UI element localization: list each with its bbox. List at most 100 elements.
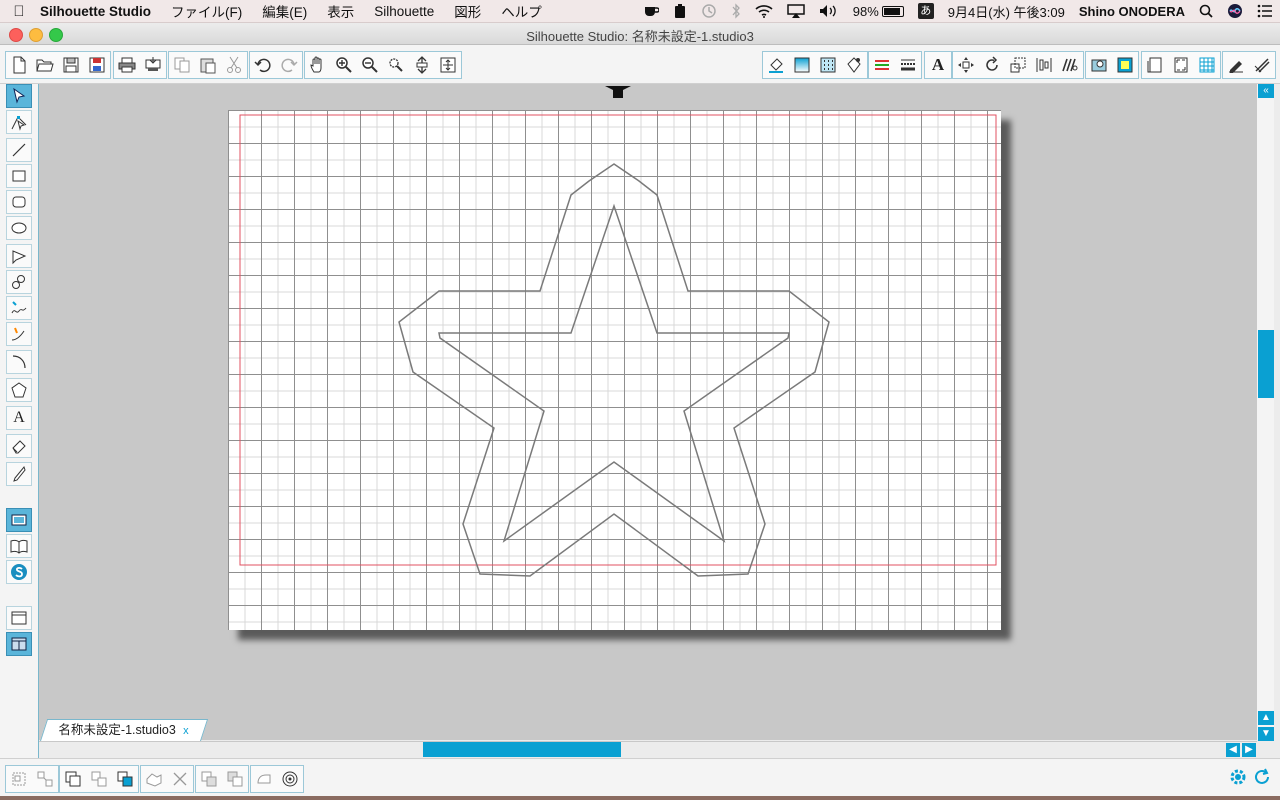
horizontal-scrollbar[interactable] xyxy=(39,741,1257,758)
internal-offset-icon[interactable] xyxy=(277,766,303,792)
menu-view[interactable]: 表示 xyxy=(317,1,364,21)
sketch-icon[interactable] xyxy=(1223,52,1249,78)
design-area-icon[interactable] xyxy=(6,508,32,532)
fill-color-icon[interactable] xyxy=(763,52,789,78)
replicate-icon[interactable] xyxy=(1057,52,1083,78)
align-icon[interactable] xyxy=(1031,52,1057,78)
zoom-out-icon[interactable] xyxy=(357,52,383,78)
volume-icon[interactable] xyxy=(812,4,846,18)
clipboard-status-icon[interactable] xyxy=(666,3,694,19)
copy-icon[interactable] xyxy=(169,52,195,78)
scroll-left-icon[interactable]: ◀ xyxy=(1226,743,1240,757)
line-tool-icon[interactable] xyxy=(6,138,32,162)
open-icon[interactable] xyxy=(32,52,58,78)
print-icon[interactable] xyxy=(114,52,140,78)
line-weight-icon[interactable] xyxy=(895,52,921,78)
spotlight-icon[interactable] xyxy=(1192,4,1220,18)
compound-icon[interactable] xyxy=(60,766,86,792)
weld-icon[interactable] xyxy=(141,766,167,792)
zoom-in-icon[interactable] xyxy=(331,52,357,78)
release-compound-icon[interactable] xyxy=(86,766,112,792)
notification-center-icon[interactable] xyxy=(1250,4,1280,18)
scale-icon[interactable] xyxy=(1005,52,1031,78)
coffee-status-icon[interactable] xyxy=(636,4,666,18)
edit-points-icon[interactable] xyxy=(6,110,32,134)
settings-gear-icon[interactable] xyxy=(1228,767,1248,792)
rectangle-tool-icon[interactable] xyxy=(6,164,32,188)
close-tab-icon[interactable]: x xyxy=(183,721,189,742)
ellipse-tool-icon[interactable] xyxy=(6,216,32,240)
menu-silhouette[interactable]: Silhouette xyxy=(364,4,444,19)
vertical-scrollbar[interactable] xyxy=(1257,84,1274,740)
menubar-clock[interactable]: 9月4日(水) 午後3:09 xyxy=(941,2,1072,21)
menu-help[interactable]: ヘルプ xyxy=(491,1,552,21)
bluetooth-icon[interactable] xyxy=(724,3,748,19)
scroll-down-icon[interactable]: ▼ xyxy=(1258,727,1274,741)
menu-app-name[interactable]: Silhouette Studio xyxy=(38,4,161,19)
fill-pattern-icon[interactable] xyxy=(815,52,841,78)
silhouette-store-icon[interactable] xyxy=(6,560,32,584)
polygon-tool-icon[interactable] xyxy=(6,244,32,268)
collapse-panel-icon[interactable]: « xyxy=(1258,84,1274,98)
save-icon[interactable] xyxy=(58,52,84,78)
subtract-icon[interactable] xyxy=(167,766,193,792)
redo-icon[interactable] xyxy=(276,52,302,78)
design-canvas[interactable] xyxy=(39,84,1257,740)
knife-tool-icon[interactable] xyxy=(6,462,32,486)
menu-shapes[interactable]: 図形 xyxy=(444,1,491,21)
menubar-user[interactable]: Shino ONODERA xyxy=(1072,4,1192,19)
line-color-icon[interactable] xyxy=(841,52,867,78)
select-tool-icon[interactable] xyxy=(6,84,32,108)
zoom-select-icon[interactable] xyxy=(383,52,409,78)
ungroup-icon[interactable] xyxy=(32,766,58,792)
inner-star-shape[interactable] xyxy=(438,203,790,543)
grid-icon[interactable] xyxy=(1194,52,1220,78)
trace-icon[interactable] xyxy=(1086,52,1112,78)
scroll-up-icon[interactable]: ▲ xyxy=(1258,711,1274,725)
vertical-scroll-thumb[interactable] xyxy=(1258,330,1274,398)
save-library-icon[interactable] xyxy=(84,52,110,78)
new-icon[interactable] xyxy=(6,52,32,78)
input-method-status[interactable]: あ xyxy=(911,3,941,19)
scroll-right-icon[interactable]: ▶ xyxy=(1242,743,1256,757)
cut-settings-icon[interactable] xyxy=(1112,52,1138,78)
rotate-icon[interactable] xyxy=(979,52,1005,78)
pan-icon[interactable] xyxy=(305,52,331,78)
page-settings-icon[interactable] xyxy=(1142,52,1168,78)
document-tab[interactable]: 名称未設定-1.studio3 x xyxy=(40,719,209,742)
refresh-icon[interactable] xyxy=(1252,767,1272,792)
eraser-tool-icon[interactable] xyxy=(6,434,32,458)
cut-icon[interactable] xyxy=(221,52,247,78)
bring-front-icon[interactable] xyxy=(112,766,138,792)
rounded-rect-tool-icon[interactable] xyxy=(6,190,32,214)
freehand-tool-icon[interactable] xyxy=(6,296,32,320)
group-icon[interactable] xyxy=(6,766,32,792)
send-icon[interactable] xyxy=(140,52,166,78)
registration-icon[interactable] xyxy=(1168,52,1194,78)
zoom-drag-icon[interactable] xyxy=(409,52,435,78)
smooth-freehand-tool-icon[interactable] xyxy=(6,322,32,346)
curve-tool-icon[interactable] xyxy=(6,270,32,294)
airplay-icon[interactable] xyxy=(780,4,812,18)
split-view-icon[interactable] xyxy=(6,632,32,656)
crop-icon[interactable] xyxy=(222,766,248,792)
library-icon[interactable] xyxy=(1249,52,1275,78)
intersect-icon[interactable] xyxy=(196,766,222,792)
wifi-icon[interactable] xyxy=(748,4,780,18)
arc-tool-icon[interactable] xyxy=(6,350,32,374)
library-icon[interactable] xyxy=(6,534,32,558)
horizontal-scroll-thumb[interactable] xyxy=(423,742,621,757)
apple-menu-icon[interactable]:  xyxy=(0,3,38,20)
line-style-icon[interactable] xyxy=(869,52,895,78)
undo-icon[interactable] xyxy=(250,52,276,78)
fill-gradient-icon[interactable] xyxy=(789,52,815,78)
battery-status[interactable]: 98% xyxy=(846,4,911,19)
text-tool-icon[interactable]: A xyxy=(6,406,32,430)
offset-icon[interactable] xyxy=(251,766,277,792)
single-view-icon[interactable] xyxy=(6,606,32,630)
paste-icon[interactable] xyxy=(195,52,221,78)
siri-icon[interactable] xyxy=(1220,3,1250,19)
time-machine-icon[interactable] xyxy=(694,3,724,19)
regular-polygon-tool-icon[interactable] xyxy=(6,378,32,402)
text-style-icon[interactable]: A xyxy=(925,52,951,78)
